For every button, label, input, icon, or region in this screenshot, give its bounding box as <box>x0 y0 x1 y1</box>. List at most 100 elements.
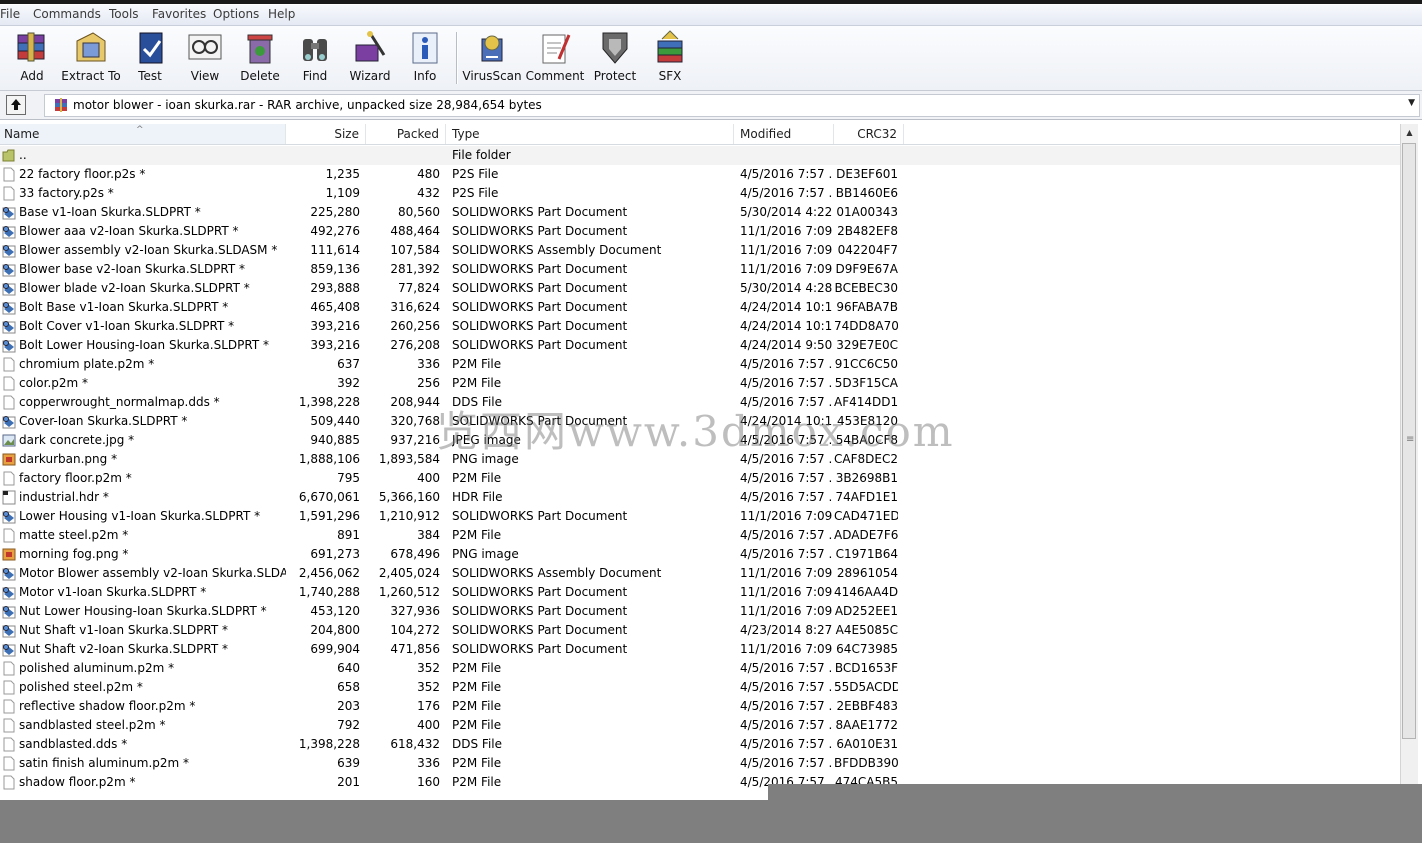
file-modified: 11/1/2016 7:09 ... <box>740 243 832 257</box>
menu-help[interactable]: Help <box>268 7 295 21</box>
file-name: shadow floor.p2m * <box>19 775 136 789</box>
sfx-button[interactable]: SFX <box>642 28 698 86</box>
chevron-down-icon[interactable]: ▼ <box>1408 98 1415 108</box>
file-row[interactable]: Motor Blower assembly v2-Ioan Skurka.SLD… <box>0 564 1400 583</box>
file-row[interactable]: Blower aaa v2-Ioan Skurka.SLDPRT * 492,27… <box>0 222 1400 241</box>
file-row[interactable]: reflective shadow floor.p2m * 203 176 P2M F… <box>0 697 1400 716</box>
file-row[interactable]: Nut Shaft v2-Ioan Skurka.SLDPRT * 699,904… <box>0 640 1400 659</box>
add-button[interactable]: Add <box>4 28 60 86</box>
file-name: Nut Lower Housing-Ioan Skurka.SLDPRT * <box>19 604 267 618</box>
file-type: P2M File <box>452 471 502 485</box>
file-type: P2M File <box>452 699 502 713</box>
file-type: SOLIDWORKS Part Document <box>452 262 628 276</box>
file-name-cell: satin finish aluminum.p2m * <box>0 754 286 773</box>
file-row[interactable]: Lower Housing v1-Ioan Skurka.SLDPRT * 1,5… <box>0 507 1400 526</box>
file-type: SOLIDWORKS Part Document <box>452 319 628 333</box>
file-name-cell: copperwrought_normalmap.dds * <box>0 393 286 412</box>
file-row[interactable]: 33 factory.p2s * 1,109 432 P2S File 4/5/2016… <box>0 184 1400 203</box>
file-row[interactable]: Motor v1-Ioan Skurka.SLDPRT * 1,740,288 1,… <box>0 583 1400 602</box>
file-type: PNG image <box>452 547 519 561</box>
file-row[interactable]: polished aluminum.p2m * 640 352 P2M File 4/5… <box>0 659 1400 678</box>
file-name: Nut Shaft v1-Ioan Skurka.SLDPRT * <box>19 623 228 637</box>
file-size: 940,885 <box>310 433 360 447</box>
menu-favorites[interactable]: Favorites <box>152 7 206 21</box>
file-row[interactable]: Blower base v2-Ioan Skurka.SLDPRT * 859,1… <box>0 260 1400 279</box>
scrollbar-thumb[interactable]: ≡ <box>1402 143 1416 739</box>
document-icon <box>3 775 15 790</box>
column-header-name[interactable]: Name ^ <box>0 124 286 144</box>
file-name: morning fog.png * <box>19 547 129 561</box>
file-packed-size: 327,936 <box>390 604 440 618</box>
file-name: Bolt Lower Housing-Ioan Skurka.SLDPRT * <box>19 338 269 352</box>
file-modified: 11/1/2016 7:09 ... <box>740 509 832 523</box>
file-name-cell: polished aluminum.p2m * <box>0 659 286 678</box>
file-size: 111,614 <box>310 243 360 257</box>
file-row[interactable]: sandblasted.dds * 1,398,228 618,432 DDS Fil… <box>0 735 1400 754</box>
file-name: polished aluminum.p2m * <box>19 661 175 675</box>
vertical-scrollbar[interactable]: ▲ ≡ <box>1400 124 1418 800</box>
file-name: Lower Housing v1-Ioan Skurka.SLDPRT * <box>19 509 261 523</box>
file-row[interactable]: Nut Shaft v1-Ioan Skurka.SLDPRT * 204,800… <box>0 621 1400 640</box>
file-row[interactable]: chromium plate.p2m * 637 336 P2M File 4/5/20… <box>0 355 1400 374</box>
file-size: 658 <box>337 680 360 694</box>
archive-path-field[interactable]: motor blower - ioan skurka.rar - RAR arc… <box>44 94 1420 117</box>
column-header-modified[interactable]: Modified <box>734 124 834 144</box>
file-crc32: 74AFD1E1 <box>835 490 898 504</box>
file-modified: 5/30/2014 4:28 ... <box>740 281 832 295</box>
file-name-cell: sandblasted steel.p2m * <box>0 716 286 735</box>
file-row[interactable]: color.p2m * 392 256 P2M File 4/5/2016 7:57 .… <box>0 374 1400 393</box>
file-row[interactable]: Blower assembly v2-Ioan Skurka.SLDASM * 1… <box>0 241 1400 260</box>
file-row[interactable]: Bolt Lower Housing-Ioan Skurka.SLDPRT * 3… <box>0 336 1400 355</box>
column-header-crc32[interactable]: CRC32 <box>834 124 904 144</box>
file-crc32: BCD1653F <box>834 661 898 675</box>
file-crc32: 74DD8A70 <box>834 319 898 333</box>
file-row[interactable]: Bolt Cover v1-Ioan Skurka.SLDPRT * 393,21… <box>0 317 1400 336</box>
comment-button[interactable]: Comment <box>526 28 584 86</box>
solidworks-part-icon <box>2 283 16 296</box>
file-name-cell: 22 factory floor.p2s * <box>0 165 286 184</box>
file-row[interactable]: matte steel.p2m * 891 384 P2M File 4/5/2016 … <box>0 526 1400 545</box>
file-row[interactable]: Nut Lower Housing-Ioan Skurka.SLDPRT * 45… <box>0 602 1400 621</box>
file-size: 1,109 <box>325 186 360 200</box>
column-header-type[interactable]: Type <box>446 124 734 144</box>
file-name: Base v1-Ioan Skurka.SLDPRT * <box>19 205 201 219</box>
file-row[interactable]: industrial.hdr * 6,670,061 5,366,160 HDR Fi… <box>0 488 1400 507</box>
file-name: Bolt Base v1-Ioan Skurka.SLDPRT * <box>19 300 229 314</box>
extract-to-button[interactable]: Extract To <box>61 28 121 86</box>
file-type: SOLIDWORKS Part Document <box>452 205 628 219</box>
file-row[interactable]: Base v1-Ioan Skurka.SLDPRT * 225,280 80,56… <box>0 203 1400 222</box>
file-crc32: CAD471ED <box>834 509 898 523</box>
file-type: SOLIDWORKS Part Document <box>452 224 628 238</box>
parent-folder-row[interactable]: .. File folder <box>0 146 1400 165</box>
file-row[interactable]: polished steel.p2m * 658 352 P2M File 4/5/20… <box>0 678 1400 697</box>
info-icon <box>412 32 438 64</box>
info-button[interactable]: Info <box>397 28 453 86</box>
file-modified: 5/30/2014 4:22 ... <box>740 205 832 219</box>
file-row[interactable]: morning fog.png * 691,273 678,496 PNG image… <box>0 545 1400 564</box>
file-name-cell: Lower Housing v1-Ioan Skurka.SLDPRT * <box>0 507 286 526</box>
document-icon <box>3 395 15 410</box>
file-packed-size: 336 <box>417 357 440 371</box>
view-icon <box>188 34 222 60</box>
menu-tools[interactable]: Tools <box>109 7 139 21</box>
scroll-up-icon[interactable]: ▲ <box>1401 124 1418 141</box>
virus-scan-button[interactable]: VirusScan <box>462 28 522 86</box>
menu-file[interactable]: File <box>0 7 20 21</box>
file-type: DDS File <box>452 737 502 751</box>
toolbar: Add Extract To Test View Delete Find Wiz… <box>0 26 1422 91</box>
file-row[interactable]: sandblasted steel.p2m * 792 400 P2M File 4/5… <box>0 716 1400 735</box>
solidworks-part-icon <box>2 302 16 315</box>
menu-options[interactable]: Options <box>213 7 259 21</box>
column-header-size[interactable]: Size <box>286 124 366 144</box>
column-header-packed[interactable]: Packed <box>366 124 446 144</box>
grip-icon: ≡ <box>1406 434 1415 445</box>
file-row[interactable]: satin finish aluminum.p2m * 639 336 P2M Fil… <box>0 754 1400 773</box>
file-row[interactable]: factory floor.p2m * 795 400 P2M File 4/5/201… <box>0 469 1400 488</box>
file-row[interactable]: 22 factory floor.p2s * 1,235 480 P2S File 4/… <box>0 165 1400 184</box>
file-row[interactable]: Bolt Base v1-Ioan Skurka.SLDPRT * 465,408… <box>0 298 1400 317</box>
menu-commands[interactable]: Commands <box>33 7 101 21</box>
file-name-cell: reflective shadow floor.p2m * <box>0 697 286 716</box>
file-row[interactable]: Blower blade v2-Ioan Skurka.SLDPRT * 293,… <box>0 279 1400 298</box>
up-one-level-button[interactable] <box>6 95 26 115</box>
file-packed-size: 480 <box>417 167 440 181</box>
